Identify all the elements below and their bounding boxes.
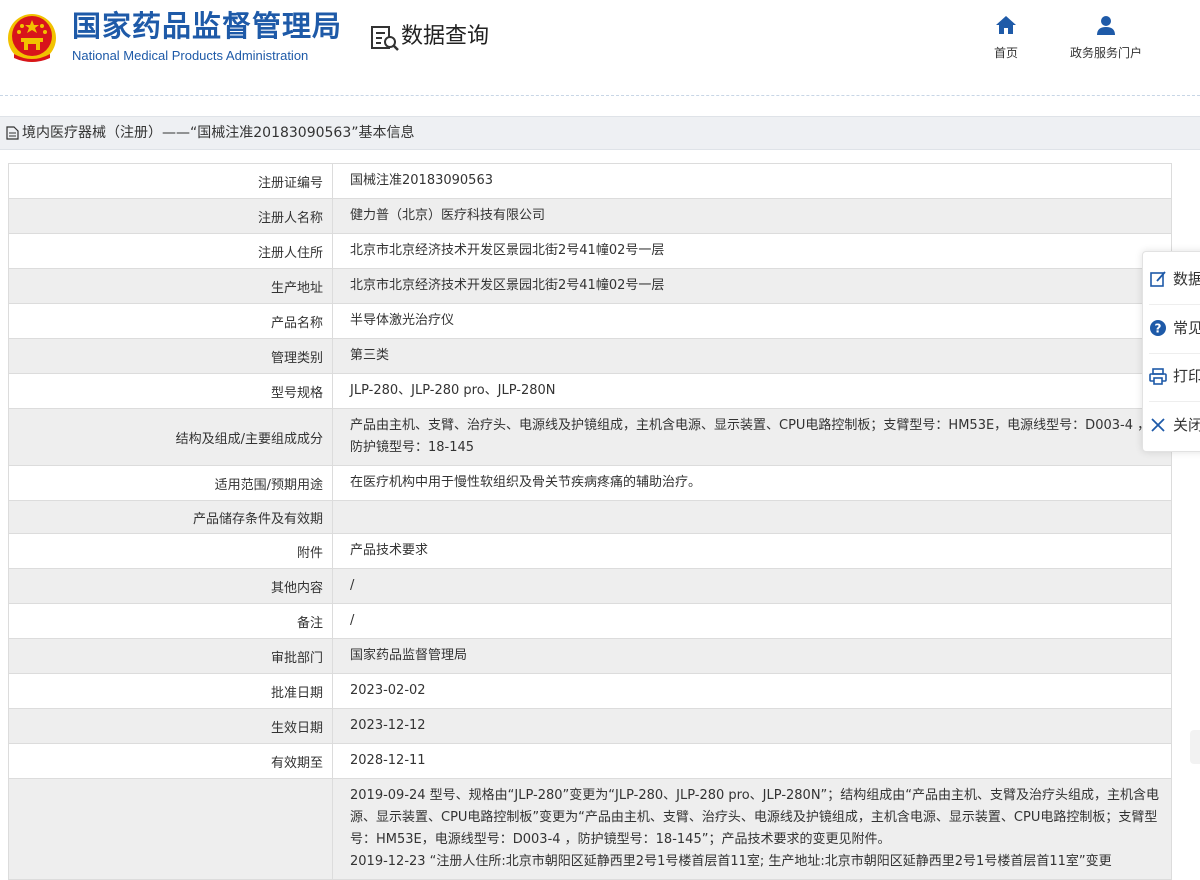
row-value: / xyxy=(332,568,1172,604)
row-value: / xyxy=(332,603,1172,639)
row-value xyxy=(332,500,1172,534)
row-value: 2023-12-12 xyxy=(332,708,1172,744)
table-row: 注册证编号 国械注准20183090563 xyxy=(8,163,1172,199)
table-row: 其他内容 / xyxy=(8,568,1172,604)
row-label: 批准日期 xyxy=(8,673,333,709)
agency-name-cn: 国家药品监督管理局 xyxy=(72,9,343,43)
table-row: 产品名称 半导体激光治疗仪 xyxy=(8,303,1172,339)
change-entry: 2019-09-24 型号、规格由“JLP-280”变更为“JLP-280、JL… xyxy=(350,788,1160,847)
row-label: 产品名称 xyxy=(8,303,333,339)
row-value: 2023-02-02 xyxy=(332,673,1172,709)
row-label: 注册人名称 xyxy=(8,198,333,234)
row-value: 半导体激光治疗仪 xyxy=(332,303,1172,339)
row-label: 产品储存条件及有效期 xyxy=(8,500,333,534)
home-icon xyxy=(996,16,1016,34)
divider xyxy=(1149,401,1200,402)
row-value: 第三类 xyxy=(332,338,1172,374)
header-divider xyxy=(0,95,1200,96)
table-row-change-history: 2019-09-24 型号、规格由“JLP-280”变更为“JLP-280、JL… xyxy=(8,778,1172,880)
side-item-label: 打印 xyxy=(1173,367,1200,385)
user-icon xyxy=(1097,16,1115,35)
table-row: 附件 产品技术要求 xyxy=(8,533,1172,569)
table-row: 生产地址 北京市北京经济技术开发区景园北街2号41幢02号一层 xyxy=(8,268,1172,304)
row-label: 注册证编号 xyxy=(8,163,333,199)
agency-name-en: National Medical Products Administration xyxy=(72,48,309,63)
row-label: 适用范围/预期用途 xyxy=(8,465,333,501)
row-label: 审批部门 xyxy=(8,638,333,674)
row-value: 在医疗机构中用于慢性软组织及骨关节疾病疼痛的辅助治疗。 xyxy=(332,465,1172,501)
row-label: 型号规格 xyxy=(8,373,333,409)
registration-info-table: 注册证编号 国械注准20183090563 注册人名称 健力普（北京）医疗科技有… xyxy=(8,163,1172,880)
table-row: 备注 / xyxy=(8,603,1172,639)
row-label: 生效日期 xyxy=(8,708,333,744)
table-row: 审批部门 国家药品监督管理局 xyxy=(8,638,1172,674)
row-label xyxy=(8,778,333,880)
row-value: 产品由主机、支臂、治疗头、电源线及护镜组成，主机含电源、显示装置、CPU电路控制… xyxy=(332,408,1172,466)
side-item-print[interactable]: 打印 xyxy=(1143,356,1200,396)
help-icon: ? xyxy=(1150,320,1166,336)
table-row: 注册人住所 北京市北京经济技术开发区景园北街2号41幢02号一层 xyxy=(8,233,1172,269)
table-row: 结构及组成/主要组成成分 产品由主机、支臂、治疗头、电源线及护镜组成，主机含电源… xyxy=(8,408,1172,466)
side-item-close[interactable]: 关闭 xyxy=(1143,405,1200,445)
row-value: 国家药品监督管理局 xyxy=(332,638,1172,674)
row-value: 北京市北京经济技术开发区景园北街2号41幢02号一层 xyxy=(332,268,1172,304)
row-value: 北京市北京经济技术开发区景园北街2号41幢02号一层 xyxy=(332,233,1172,269)
row-label: 附件 xyxy=(8,533,333,569)
table-row: 批准日期 2023-02-02 xyxy=(8,673,1172,709)
data-query-icon xyxy=(371,26,399,51)
side-item-label: 数据 xyxy=(1173,270,1200,288)
nav-gov-service-portal[interactable]: 政务服务门户 xyxy=(1056,14,1156,64)
table-row: 管理类别 第三类 xyxy=(8,338,1172,374)
print-icon xyxy=(1149,368,1167,385)
table-row: 有效期至 2028-12-11 xyxy=(8,743,1172,779)
side-item-label: 关闭 xyxy=(1173,416,1200,434)
table-row: 型号规格 JLP-280、JLP-280 pro、JLP-280N xyxy=(8,373,1172,409)
section-header: 境内医疗器械（注册）——“国械注准20183090563”基本信息 xyxy=(0,116,1200,150)
row-value: 产品技术要求 xyxy=(332,533,1172,569)
table-row: 生效日期 2023-12-12 xyxy=(8,708,1172,744)
side-tab-handle[interactable] xyxy=(1190,730,1200,764)
row-label: 管理类别 xyxy=(8,338,333,374)
table-row: 注册人名称 健力普（北京）医疗科技有限公司 xyxy=(8,198,1172,234)
page-title: 数据查询 xyxy=(401,24,490,49)
svg-text:?: ? xyxy=(1155,322,1162,336)
nav-home-label: 首页 xyxy=(993,46,1018,60)
change-entry: 2019-12-23 “注册人住所:北京市朝阳区延静西里2号1号楼首层首11室;… xyxy=(350,854,1112,869)
table-row: 适用范围/预期用途 在医疗机构中用于慢性软组织及骨关节疾病疼痛的辅助治疗。 xyxy=(8,465,1172,501)
document-icon xyxy=(6,126,19,140)
row-value: 2028-12-11 xyxy=(332,743,1172,779)
table-row: 产品储存条件及有效期 xyxy=(8,500,1172,534)
site-header: 国家药品监督管理局 National Medical Products Admi… xyxy=(0,0,1200,95)
row-value: 健力普（北京）医疗科技有限公司 xyxy=(332,198,1172,234)
divider xyxy=(1149,353,1200,354)
national-emblem-icon xyxy=(8,14,56,62)
side-item-label: 常见 xyxy=(1173,319,1200,337)
side-item-data[interactable]: 数据 xyxy=(1143,259,1200,299)
row-label: 备注 xyxy=(8,603,333,639)
nav-home[interactable]: 首页 xyxy=(980,14,1032,64)
row-label: 生产地址 xyxy=(8,268,333,304)
change-history-value: 2019-09-24 型号、规格由“JLP-280”变更为“JLP-280、JL… xyxy=(332,778,1172,880)
row-value: 国械注准20183090563 xyxy=(332,163,1172,199)
nav-portal-label: 政务服务门户 xyxy=(1069,46,1142,60)
row-label: 有效期至 xyxy=(8,743,333,779)
floating-side-panel: 数据 ? 常见 打印 关闭 xyxy=(1142,251,1200,452)
close-icon xyxy=(1151,418,1165,432)
side-item-faq[interactable]: ? 常见 xyxy=(1143,308,1200,348)
row-value: JLP-280、JLP-280 pro、JLP-280N xyxy=(332,373,1172,409)
row-label: 结构及组成/主要组成成分 xyxy=(8,408,333,466)
row-label: 其他内容 xyxy=(8,568,333,604)
row-label: 注册人住所 xyxy=(8,233,333,269)
section-title: 境内医疗器械（注册）——“国械注准20183090563”基本信息 xyxy=(22,125,415,141)
edit-icon xyxy=(1150,271,1166,287)
divider xyxy=(1149,304,1200,305)
